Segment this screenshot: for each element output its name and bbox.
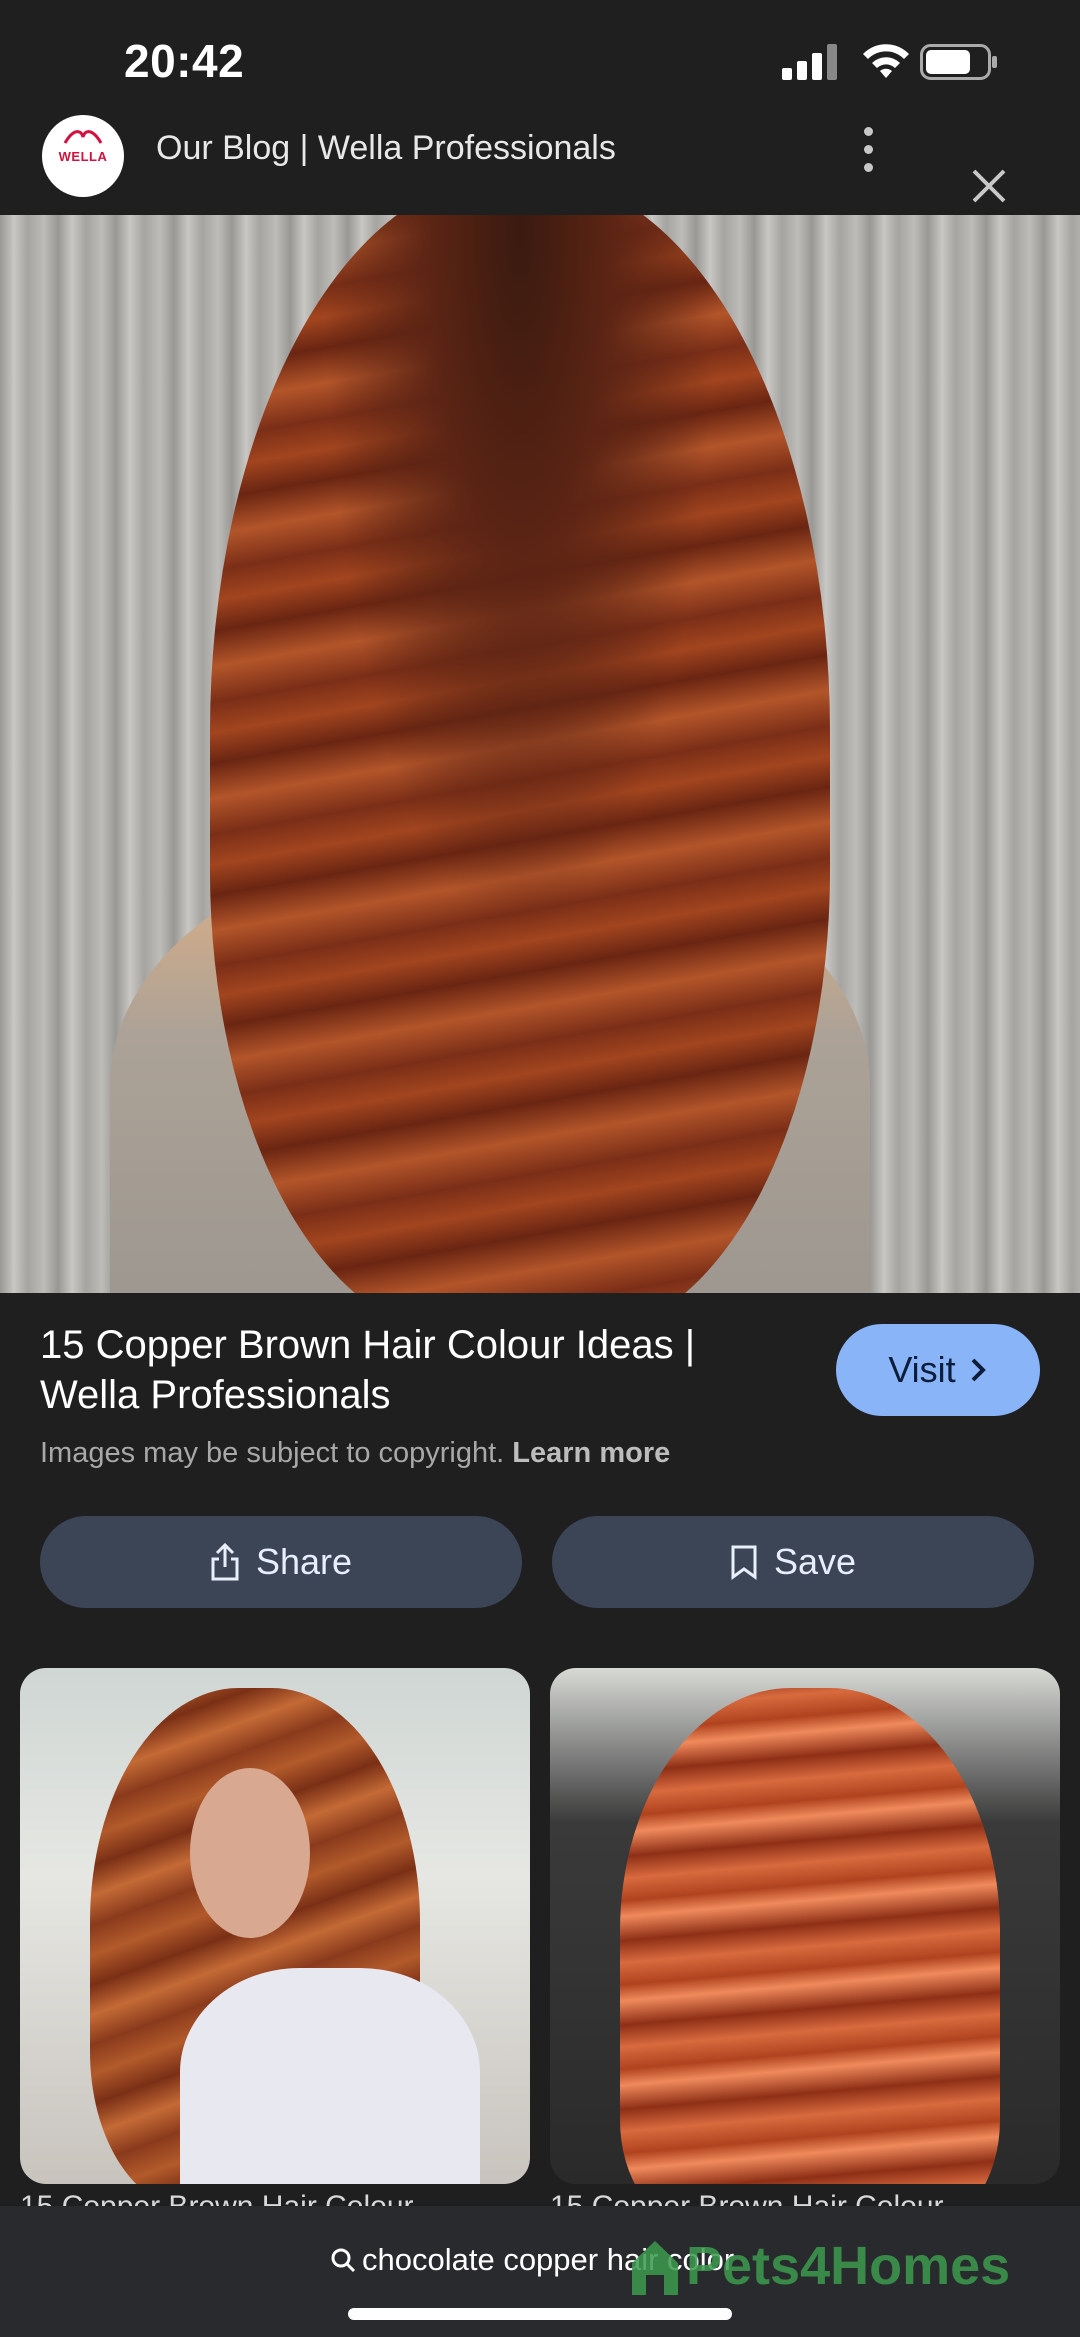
home-indicator[interactable] <box>348 2308 732 2320</box>
thumb-face <box>190 1768 310 1938</box>
search-icon <box>331 2248 356 2273</box>
save-button[interactable]: Save <box>552 1516 1034 1608</box>
thumb-hair <box>620 1688 1000 2184</box>
more-vert-icon[interactable] <box>856 125 880 175</box>
result-header: WELLA Our Blog | Wella Professionals <box>0 115 1080 215</box>
watermark-text: Pets4Homes <box>686 2236 1011 2296</box>
wella-logo-icon <box>63 130 103 144</box>
site-title[interactable]: Our Blog | Wella Professionals <box>156 129 616 168</box>
result-title-line2: Wella Professionals <box>40 1373 391 1417</box>
house-icon <box>632 2241 678 2295</box>
result-title[interactable]: 15 Copper Brown Hair Colour Ideas | Well… <box>40 1320 800 1420</box>
status-time: 20:42 <box>124 35 245 87</box>
related-image-1[interactable] <box>20 1668 530 2184</box>
status-bar: 20:42 <box>0 0 1080 115</box>
wifi-icon <box>863 44 909 78</box>
share-label: Share <box>255 1541 353 1582</box>
result-title-block[interactable]: 15 Copper Brown Hair Colour Ideas | Well… <box>40 1320 800 1420</box>
watermark: Pets4Homes <box>628 2226 1010 2306</box>
bottom-search-bar: chocolate copper hair color Pets4Homes <box>0 2206 1080 2337</box>
visit-label: Visit <box>888 1349 956 1390</box>
result-title-line1: 15 Copper Brown Hair Colour Ideas | <box>40 1323 696 1367</box>
visit-button[interactable]: Visit <box>836 1324 1040 1416</box>
site-logo[interactable]: WELLA <box>42 115 124 197</box>
site-logo-text: WELLA <box>58 149 108 164</box>
share-icon <box>211 1543 239 1581</box>
copyright-text: Images may be subject to copyright. <box>40 1437 505 1469</box>
thumb-shirt <box>180 1968 480 2184</box>
hero-hair <box>210 215 830 1293</box>
save-label: Save <box>773 1541 857 1582</box>
cellular-signal-icon <box>782 44 840 80</box>
chevron-right-icon <box>971 1358 986 1382</box>
hero-image[interactable] <box>0 215 1080 1293</box>
copyright-notice: Images may be subject to copyright. Lear… <box>40 1437 670 1470</box>
share-button[interactable]: Share <box>40 1516 522 1608</box>
related-image-2[interactable] <box>550 1668 1060 2184</box>
close-icon[interactable] <box>966 163 1012 209</box>
learn-more-link[interactable]: Learn more <box>512 1437 670 1469</box>
battery-icon <box>920 44 997 80</box>
bookmark-icon <box>731 1545 757 1580</box>
